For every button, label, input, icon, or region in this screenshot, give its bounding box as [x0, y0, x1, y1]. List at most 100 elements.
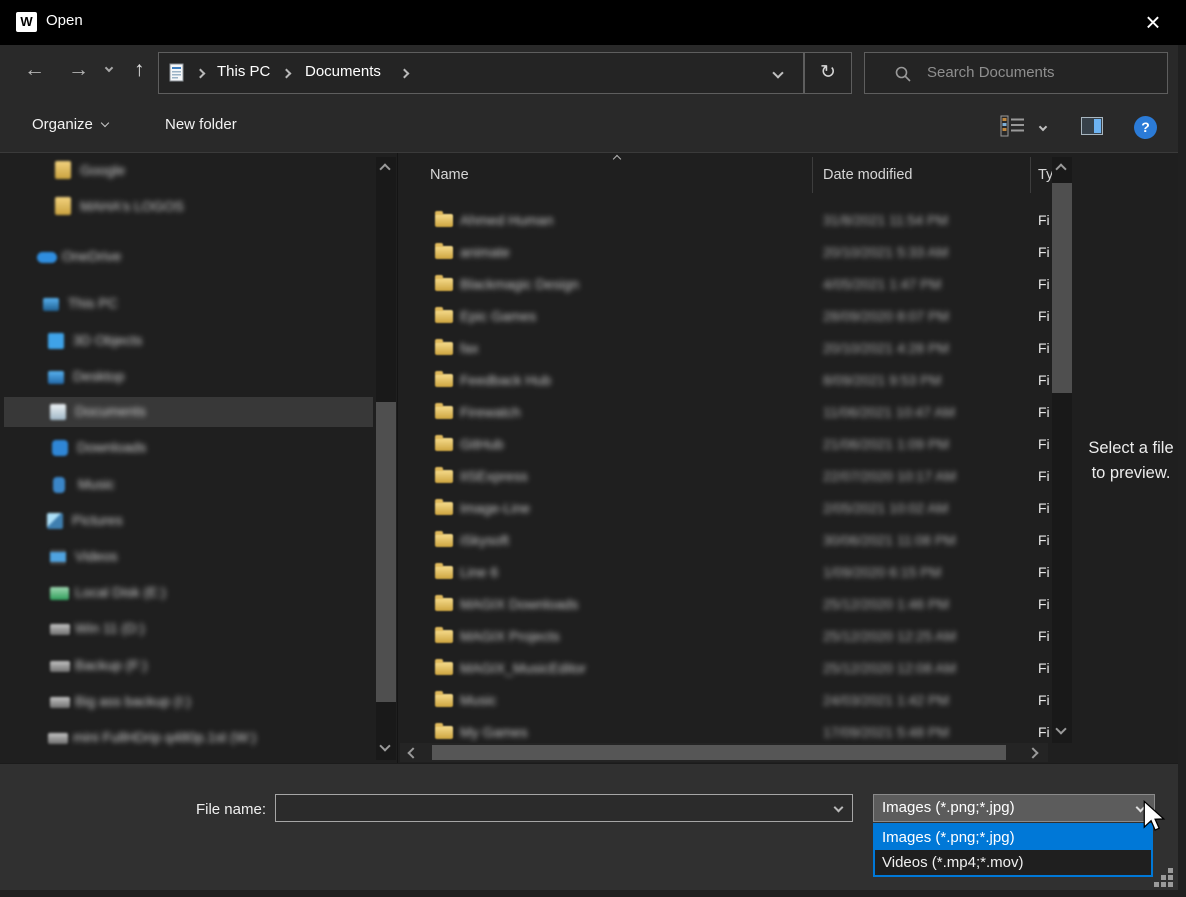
- mouse-cursor-icon: [1142, 800, 1166, 832]
- address-bar[interactable]: This PC Documents: [158, 52, 804, 94]
- breadcrumb-separator-icon: [400, 69, 410, 79]
- refresh-button[interactable]: ↻: [804, 52, 852, 94]
- sidebar-item-9[interactable]: Pictures: [4, 506, 373, 536]
- sidebar-item-7[interactable]: Downloads: [4, 433, 373, 463]
- sidebar-item-5[interactable]: Desktop: [4, 362, 373, 392]
- help-icon[interactable]: ?: [1134, 116, 1157, 139]
- file-type-option-videos[interactable]: Videos (*.mp4;*.mov): [875, 850, 1151, 875]
- sidebar-item-13[interactable]: Backup (F:): [4, 651, 373, 681]
- folder-icon: [435, 598, 453, 611]
- file-name-input[interactable]: [275, 794, 853, 822]
- views-dropdown-icon[interactable]: [1039, 123, 1047, 131]
- scrollbar-thumb[interactable]: [432, 745, 1006, 760]
- breadcrumb-documents[interactable]: Documents: [305, 63, 381, 80]
- address-dropdown-icon[interactable]: [772, 67, 783, 78]
- scroll-up-icon[interactable]: [379, 163, 390, 174]
- scrollbar-thumb[interactable]: [376, 402, 396, 702]
- table-row[interactable]: fax20/10/2021 4:28 PMFile folder: [398, 333, 1076, 365]
- scroll-right-icon[interactable]: [1027, 747, 1038, 758]
- scroll-up-icon[interactable]: [1055, 163, 1066, 174]
- sidebar-scrollbar[interactable]: [376, 157, 396, 760]
- command-toolbar: Organize New folder ?: [0, 102, 1186, 152]
- sidebar-item-6[interactable]: Documents: [4, 397, 373, 427]
- file-date-modified: 31/8/2021 11:54 PM: [823, 212, 948, 228]
- forward-button[interactable]: →: [68, 58, 89, 82]
- table-row[interactable]: Ahmed Human31/8/2021 11:54 PMFile folder: [398, 205, 1076, 237]
- sidebar-item-label: Desktop: [73, 368, 124, 384]
- sidebar-item-0[interactable]: Google: [4, 156, 373, 186]
- file-name-label: File name:: [186, 801, 266, 818]
- recent-locations-chevron-icon[interactable]: [105, 64, 113, 72]
- titlebar: W Open ×: [0, 0, 1186, 45]
- file-date-modified: 25/12/2020 12:08 AM: [823, 660, 956, 676]
- breadcrumb-this-pc[interactable]: This PC: [217, 63, 270, 80]
- table-row[interactable]: Firewatch11/06/2021 10:47 AMFile folder: [398, 397, 1076, 429]
- table-row[interactable]: MAGIX Projects25/12/2020 12:25 AMFile fo…: [398, 621, 1076, 653]
- preview-pane-button[interactable]: [1081, 117, 1103, 135]
- sidebar-item-4[interactable]: 3D Objects: [4, 326, 373, 356]
- file-name: Ahmed Human: [460, 212, 553, 228]
- column-separator[interactable]: [1030, 157, 1031, 193]
- sidebar-item-2[interactable]: OneDrive: [4, 242, 373, 272]
- table-row[interactable]: animate20/10/2021 5:33 AMFile folder: [398, 237, 1076, 269]
- file-date-modified: 20/10/2021 4:28 PM: [823, 340, 949, 356]
- sidebar-item-10[interactable]: Videos: [4, 542, 373, 572]
- file-type: File folder: [1038, 340, 1049, 356]
- table-row[interactable]: Feedback Hub8/09/2021 9:53 PMFile folder: [398, 365, 1076, 397]
- table-row[interactable]: GitHub21/06/2021 1:09 PMFile folder: [398, 429, 1076, 461]
- back-button[interactable]: ←: [24, 58, 45, 82]
- table-row[interactable]: IISExpress22/07/2020 10:17 AMFile folder: [398, 461, 1076, 493]
- column-header-date-modified[interactable]: Date modified: [823, 167, 912, 183]
- sidebar-item-3[interactable]: This PC: [4, 289, 373, 319]
- table-row[interactable]: MAGIX Downloads25/12/2020 1:46 PMFile fo…: [398, 589, 1076, 621]
- file-type: File folder: [1038, 244, 1049, 260]
- file-type-select[interactable]: Images (*.png;*.jpg): [873, 794, 1155, 822]
- scroll-down-icon[interactable]: [1055, 723, 1066, 734]
- close-icon[interactable]: ×: [1138, 6, 1168, 38]
- downloads-icon: [52, 440, 68, 456]
- table-row[interactable]: Epic Games28/09/2020 8:07 PMFile folder: [398, 301, 1076, 333]
- new-folder-button[interactable]: New folder: [165, 116, 237, 133]
- sidebar-item-14[interactable]: Big ass backup (I:): [4, 687, 373, 717]
- sidebar-item-8[interactable]: Music: [4, 470, 373, 500]
- table-row[interactable]: Music24/03/2021 1:42 PMFile folder: [398, 685, 1076, 717]
- preview-message: Select a file to preview.: [1076, 436, 1186, 486]
- resize-grip-icon[interactable]: [1154, 868, 1174, 888]
- table-row[interactable]: Image-Line2/05/2021 10:02 AMFile folder: [398, 493, 1076, 525]
- organize-button[interactable]: Organize: [32, 116, 108, 133]
- search-box[interactable]: Search Documents: [864, 52, 1168, 94]
- table-row[interactable]: Blackmagic Design4/05/2021 1:47 PMFile f…: [398, 269, 1076, 301]
- scroll-left-icon[interactable]: [407, 747, 418, 758]
- views-button[interactable]: [1000, 115, 1026, 142]
- table-row[interactable]: Line 61/09/2020 6:15 PMFile folder: [398, 557, 1076, 589]
- file-date-modified: 30/06/2021 11:08 PM: [823, 532, 956, 548]
- file-date-modified: 1/09/2020 6:15 PM: [823, 564, 941, 580]
- desktop-icon: [48, 371, 64, 384]
- file-type: File folder: [1038, 628, 1049, 644]
- table-row[interactable]: iSkysoft30/06/2021 11:08 PMFile folder: [398, 525, 1076, 557]
- column-header-type[interactable]: Type: [1038, 167, 1053, 183]
- column-separator[interactable]: [812, 157, 813, 193]
- scroll-down-icon[interactable]: [379, 740, 390, 751]
- cloud-icon: [37, 252, 57, 263]
- column-header-name[interactable]: Name: [430, 167, 469, 183]
- sidebar-item-1[interactable]: MAHA's LOGOS: [4, 192, 373, 222]
- up-button[interactable]: ↑: [134, 58, 145, 82]
- file-list-vertical-scrollbar[interactable]: [1052, 157, 1072, 743]
- pc-icon: [43, 298, 59, 311]
- preview-message-line2: to preview.: [1076, 461, 1186, 486]
- document-icon: [169, 63, 185, 88]
- chevron-down-icon[interactable]: [834, 803, 844, 813]
- sidebar-item-label: This PC: [68, 295, 118, 311]
- folder-icon: [435, 566, 453, 579]
- folder-icon: [435, 470, 453, 483]
- scrollbar-thumb[interactable]: [1052, 183, 1072, 393]
- sidebar-item-15[interactable]: mini FullHDrip q480p.1st (W:): [4, 723, 373, 753]
- file-type-option-images[interactable]: Images (*.png;*.jpg): [875, 825, 1151, 850]
- sidebar-item-12[interactable]: Win 11 (D:): [4, 614, 373, 644]
- file-list-horizontal-scrollbar[interactable]: [400, 743, 1048, 762]
- file-type: File folder: [1038, 372, 1049, 388]
- sidebar-item-11[interactable]: Local Disk (E:): [4, 578, 373, 608]
- open-dialog: W Open × ← → ↑ This PC Documents ↻ Searc…: [0, 0, 1186, 897]
- table-row[interactable]: MAGIX_MusicEditor25/12/2020 12:08 AMFile…: [398, 653, 1076, 685]
